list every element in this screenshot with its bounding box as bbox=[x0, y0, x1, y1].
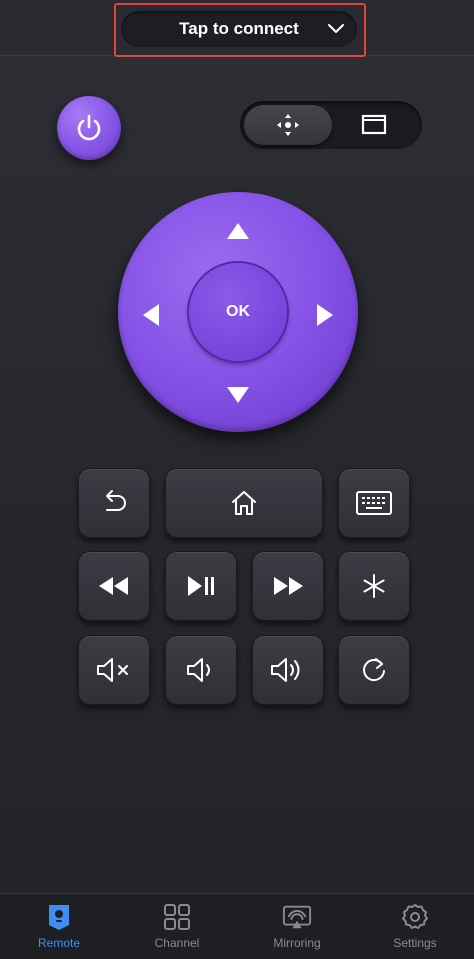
nav-label-remote: Remote bbox=[37, 936, 81, 950]
options-button[interactable] bbox=[338, 551, 410, 621]
dpad: OK bbox=[118, 192, 358, 432]
keyboard-button[interactable] bbox=[338, 468, 410, 538]
power-icon bbox=[77, 114, 101, 141]
play-pause-button[interactable] bbox=[165, 551, 237, 621]
volume-up-button[interactable] bbox=[252, 635, 324, 705]
power-button[interactable] bbox=[57, 96, 121, 160]
right-arrow-button[interactable] bbox=[314, 302, 336, 328]
remote-icon bbox=[44, 902, 74, 932]
volume-up-icon bbox=[271, 658, 300, 682]
mute-icon bbox=[97, 658, 128, 682]
ok-button[interactable]: OK bbox=[189, 263, 287, 361]
touchpad-mode-toggle[interactable] bbox=[330, 105, 418, 145]
rewind-button[interactable] bbox=[78, 551, 150, 621]
mute-button[interactable] bbox=[78, 635, 150, 705]
nav-label-channel: Channel bbox=[154, 936, 200, 950]
connect-label: Tap to connect bbox=[179, 19, 299, 38]
volume-down-button[interactable] bbox=[165, 635, 237, 705]
dpad-mode-toggle[interactable] bbox=[244, 105, 332, 145]
grid-icon bbox=[162, 902, 192, 932]
keyboard-icon bbox=[356, 491, 392, 515]
up-arrow-button[interactable] bbox=[225, 220, 251, 242]
fast-forward-icon bbox=[274, 577, 303, 595]
back-button[interactable] bbox=[78, 468, 150, 538]
bottom-navigation: Remote Channel Mirroring Settings bbox=[0, 893, 474, 959]
play-pause-icon bbox=[188, 576, 214, 596]
nav-channel[interactable]: Channel bbox=[118, 894, 236, 959]
nav-label-settings: Settings bbox=[393, 936, 437, 950]
ok-label: OK bbox=[226, 303, 250, 320]
replay-icon bbox=[363, 658, 385, 682]
volume-down-icon bbox=[187, 658, 210, 682]
nav-label-mirroring: Mirroring bbox=[273, 936, 321, 950]
nav-settings[interactable]: Settings bbox=[356, 894, 474, 959]
back-icon bbox=[106, 490, 126, 511]
home-icon bbox=[232, 491, 256, 515]
mode-toggle bbox=[240, 101, 422, 149]
home-button[interactable] bbox=[165, 468, 323, 538]
chevron-down-icon bbox=[328, 24, 344, 33]
tap-to-connect-button[interactable]: Tap to connect bbox=[121, 11, 357, 47]
rewind-icon bbox=[99, 577, 128, 595]
nav-mirroring[interactable]: Mirroring bbox=[238, 894, 356, 959]
screen-mirror-icon bbox=[282, 902, 312, 932]
left-arrow-button[interactable] bbox=[140, 302, 162, 328]
fast-forward-button[interactable] bbox=[252, 551, 324, 621]
header-bar: Tap to connect bbox=[0, 0, 474, 57]
options-asterisk-icon bbox=[363, 574, 385, 598]
down-arrow-button[interactable] bbox=[225, 384, 251, 406]
remote-app: Tap to connect OK Remote Channel Mirrori… bbox=[0, 0, 474, 959]
replay-button[interactable] bbox=[338, 635, 410, 705]
nav-remote[interactable]: Remote bbox=[0, 894, 118, 959]
dpad-mode-icon bbox=[277, 114, 299, 136]
touchpad-mode-icon bbox=[361, 114, 387, 135]
gear-icon bbox=[400, 902, 430, 932]
